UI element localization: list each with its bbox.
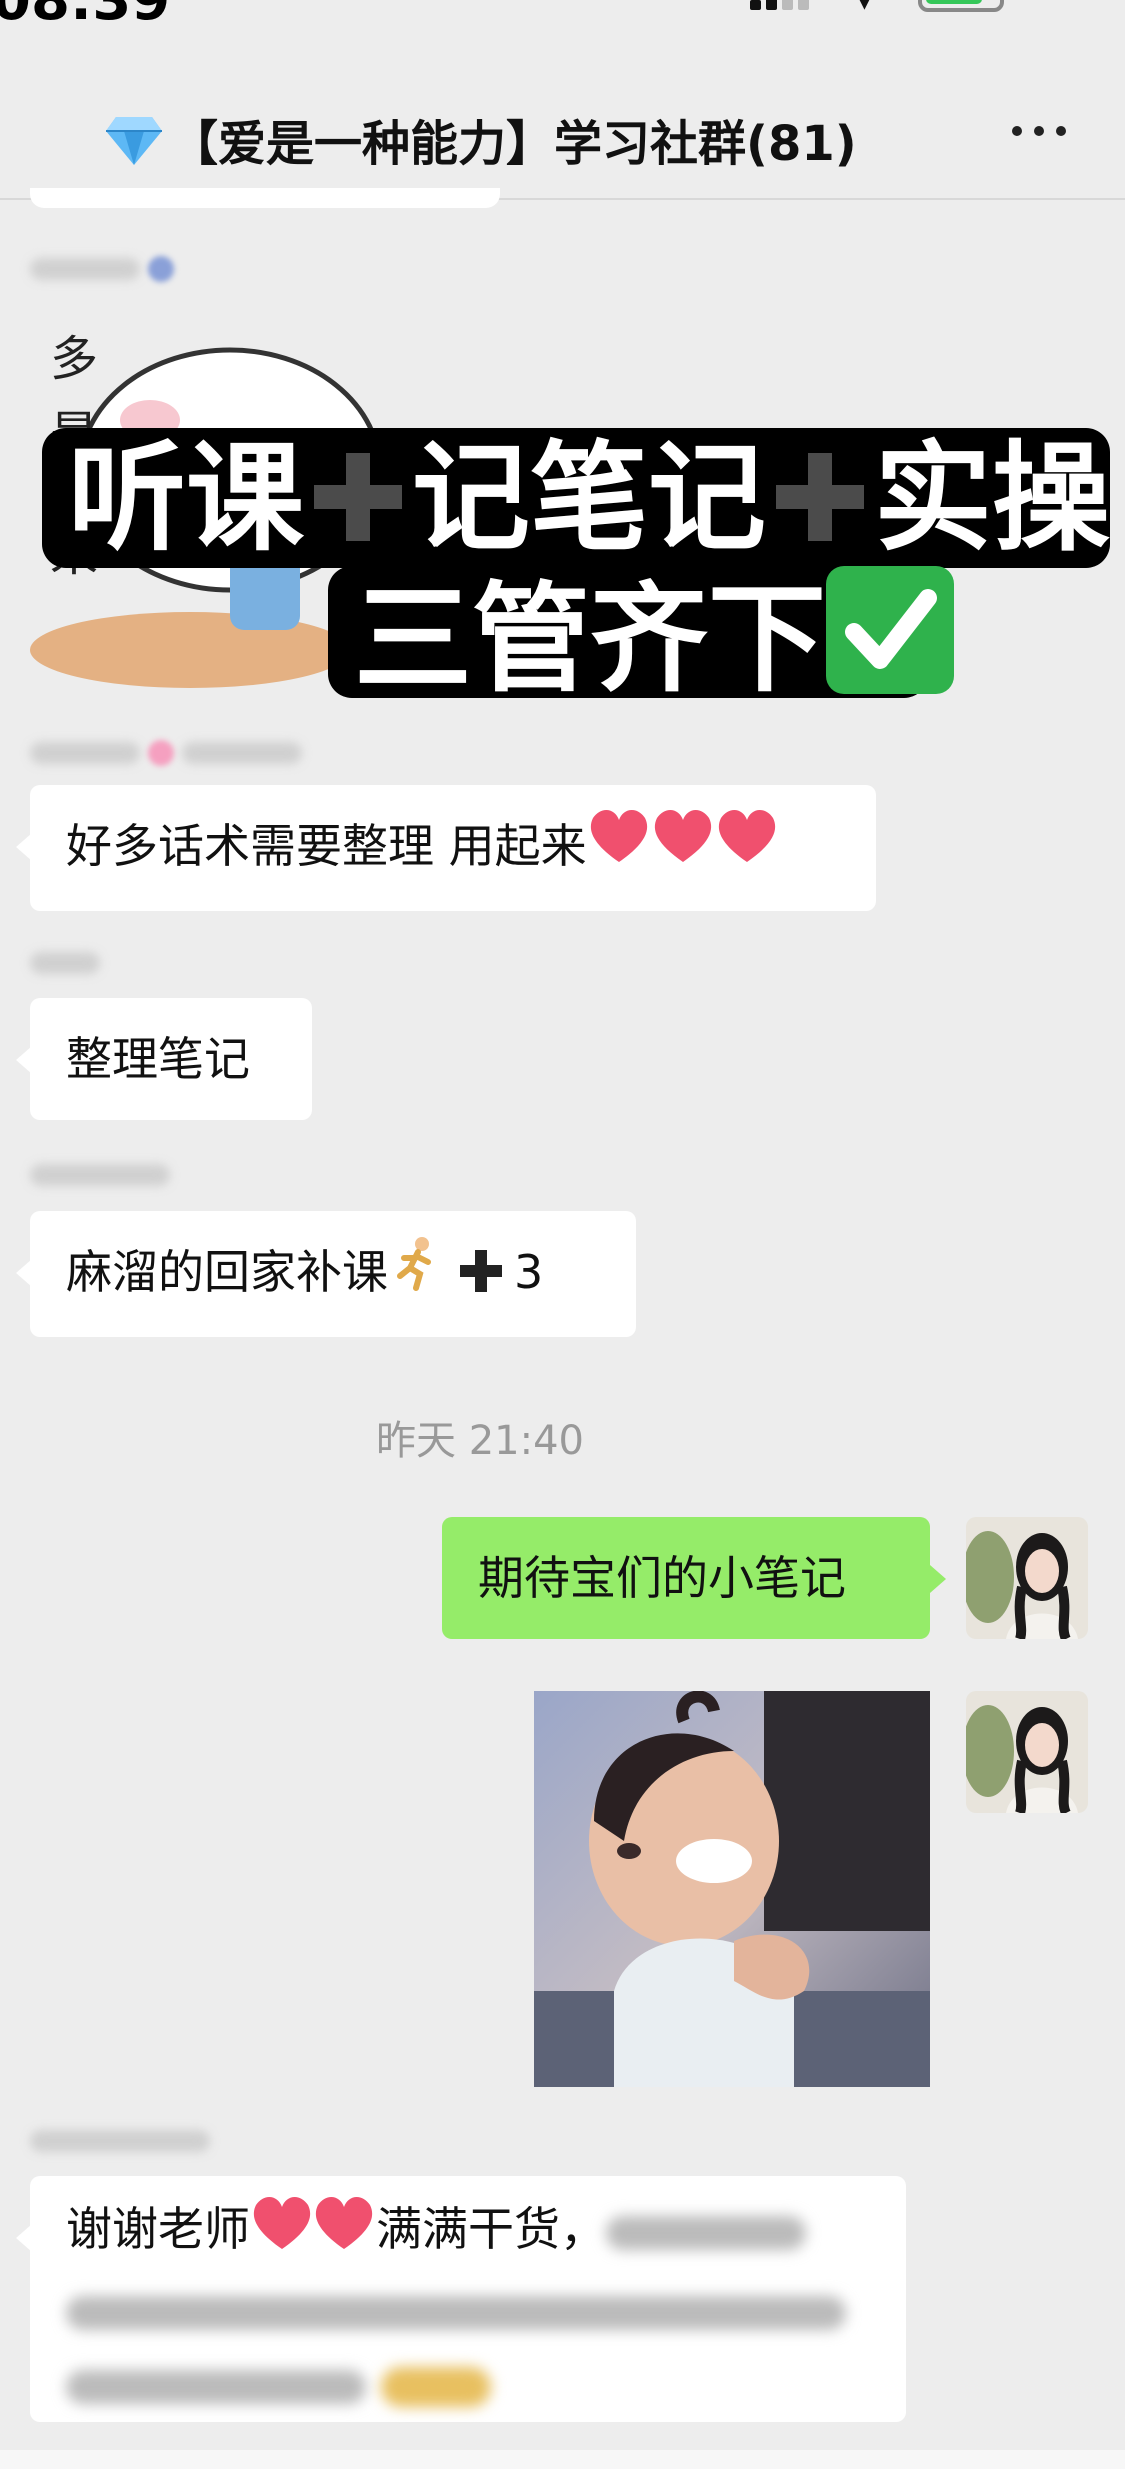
sender-name-blurred — [30, 952, 330, 982]
battery-icon — [918, 0, 1004, 12]
message-bubble[interactable]: 谢谢老师 满满干货， — [16, 2176, 906, 2422]
overlay-text-4: 三管齐下 — [354, 570, 827, 708]
message-text: 期待宝们的小笔记 — [478, 1551, 846, 1605]
heavy-plus-icon — [458, 1248, 504, 1294]
avatar[interactable] — [966, 1691, 1088, 1813]
heart-icon — [587, 789, 777, 911]
message-text: 整理笔记 — [66, 1032, 250, 1086]
message-bubble[interactable]: 整理笔记 — [16, 998, 312, 1120]
status-bar: 08:39 ▼ — [0, 0, 1125, 33]
blurred-text — [66, 2295, 846, 2330]
message-suffix: 3 — [514, 1245, 544, 1299]
overlay-text-1: 听课 — [68, 429, 305, 567]
sender-name-blurred — [30, 256, 330, 286]
heart-icon — [250, 2195, 376, 2270]
message-bubble[interactable]: 好多话术需要整理 用起来 — [16, 785, 876, 911]
own-message-bubble[interactable]: 期待宝们的小笔记 — [442, 1517, 946, 1639]
sender-name-blurred — [30, 2130, 330, 2160]
wifi-icon: ▼ — [856, 0, 873, 13]
status-time: 08:39 — [0, 0, 171, 33]
signal-icon — [750, 0, 820, 10]
check-mark-button-icon — [826, 566, 955, 694]
message-text: 谢谢老师 — [66, 2202, 250, 2256]
overlay-text-2: 记笔记 — [412, 429, 767, 567]
blurred-text — [606, 2215, 806, 2250]
blurred-text — [66, 2369, 366, 2404]
bottom-bar — [0, 2450, 1125, 2469]
blurred-emoji — [380, 2366, 491, 2407]
svg-text:多: 多 — [50, 331, 98, 387]
overlay-text-3: 实操 — [874, 429, 1111, 567]
heavy-plus-icon — [772, 449, 868, 545]
more-dots-icon[interactable] — [1012, 122, 1068, 142]
chat-title[interactable]: 【爱是一种能力】学习社群(81) — [104, 104, 857, 179]
message-text: 好多话术需要整理 用起来 — [66, 819, 587, 873]
chat-title-text: 【爱是一种能力】学习社群(81) — [170, 116, 857, 172]
heavy-plus-icon — [310, 449, 406, 545]
diamond-icon — [104, 115, 164, 179]
message-bubble[interactable]: 麻溜的回家补课 3 — [16, 1211, 636, 1337]
baby-photo-image[interactable] — [534, 1691, 930, 2087]
avatar[interactable] — [966, 1517, 1088, 1639]
overlay-banner-line-1: 听课 记笔记 实操 — [42, 428, 1110, 568]
overlay-banner-line-2: 三管齐下 — [328, 566, 955, 705]
sender-name-blurred — [30, 1164, 330, 1194]
message-text: 麻溜的回家补课 — [66, 1245, 388, 1299]
sender-name-blurred — [30, 740, 330, 770]
timestamp: 昨天 21:40 — [376, 1418, 584, 1464]
message-text-continued: 满满干货， — [376, 2202, 606, 2256]
person-running-icon — [388, 1215, 444, 1337]
chat-header: 【爱是一种能力】学习社群(81) — [0, 60, 1125, 200]
partial-message-bubble — [30, 188, 500, 208]
